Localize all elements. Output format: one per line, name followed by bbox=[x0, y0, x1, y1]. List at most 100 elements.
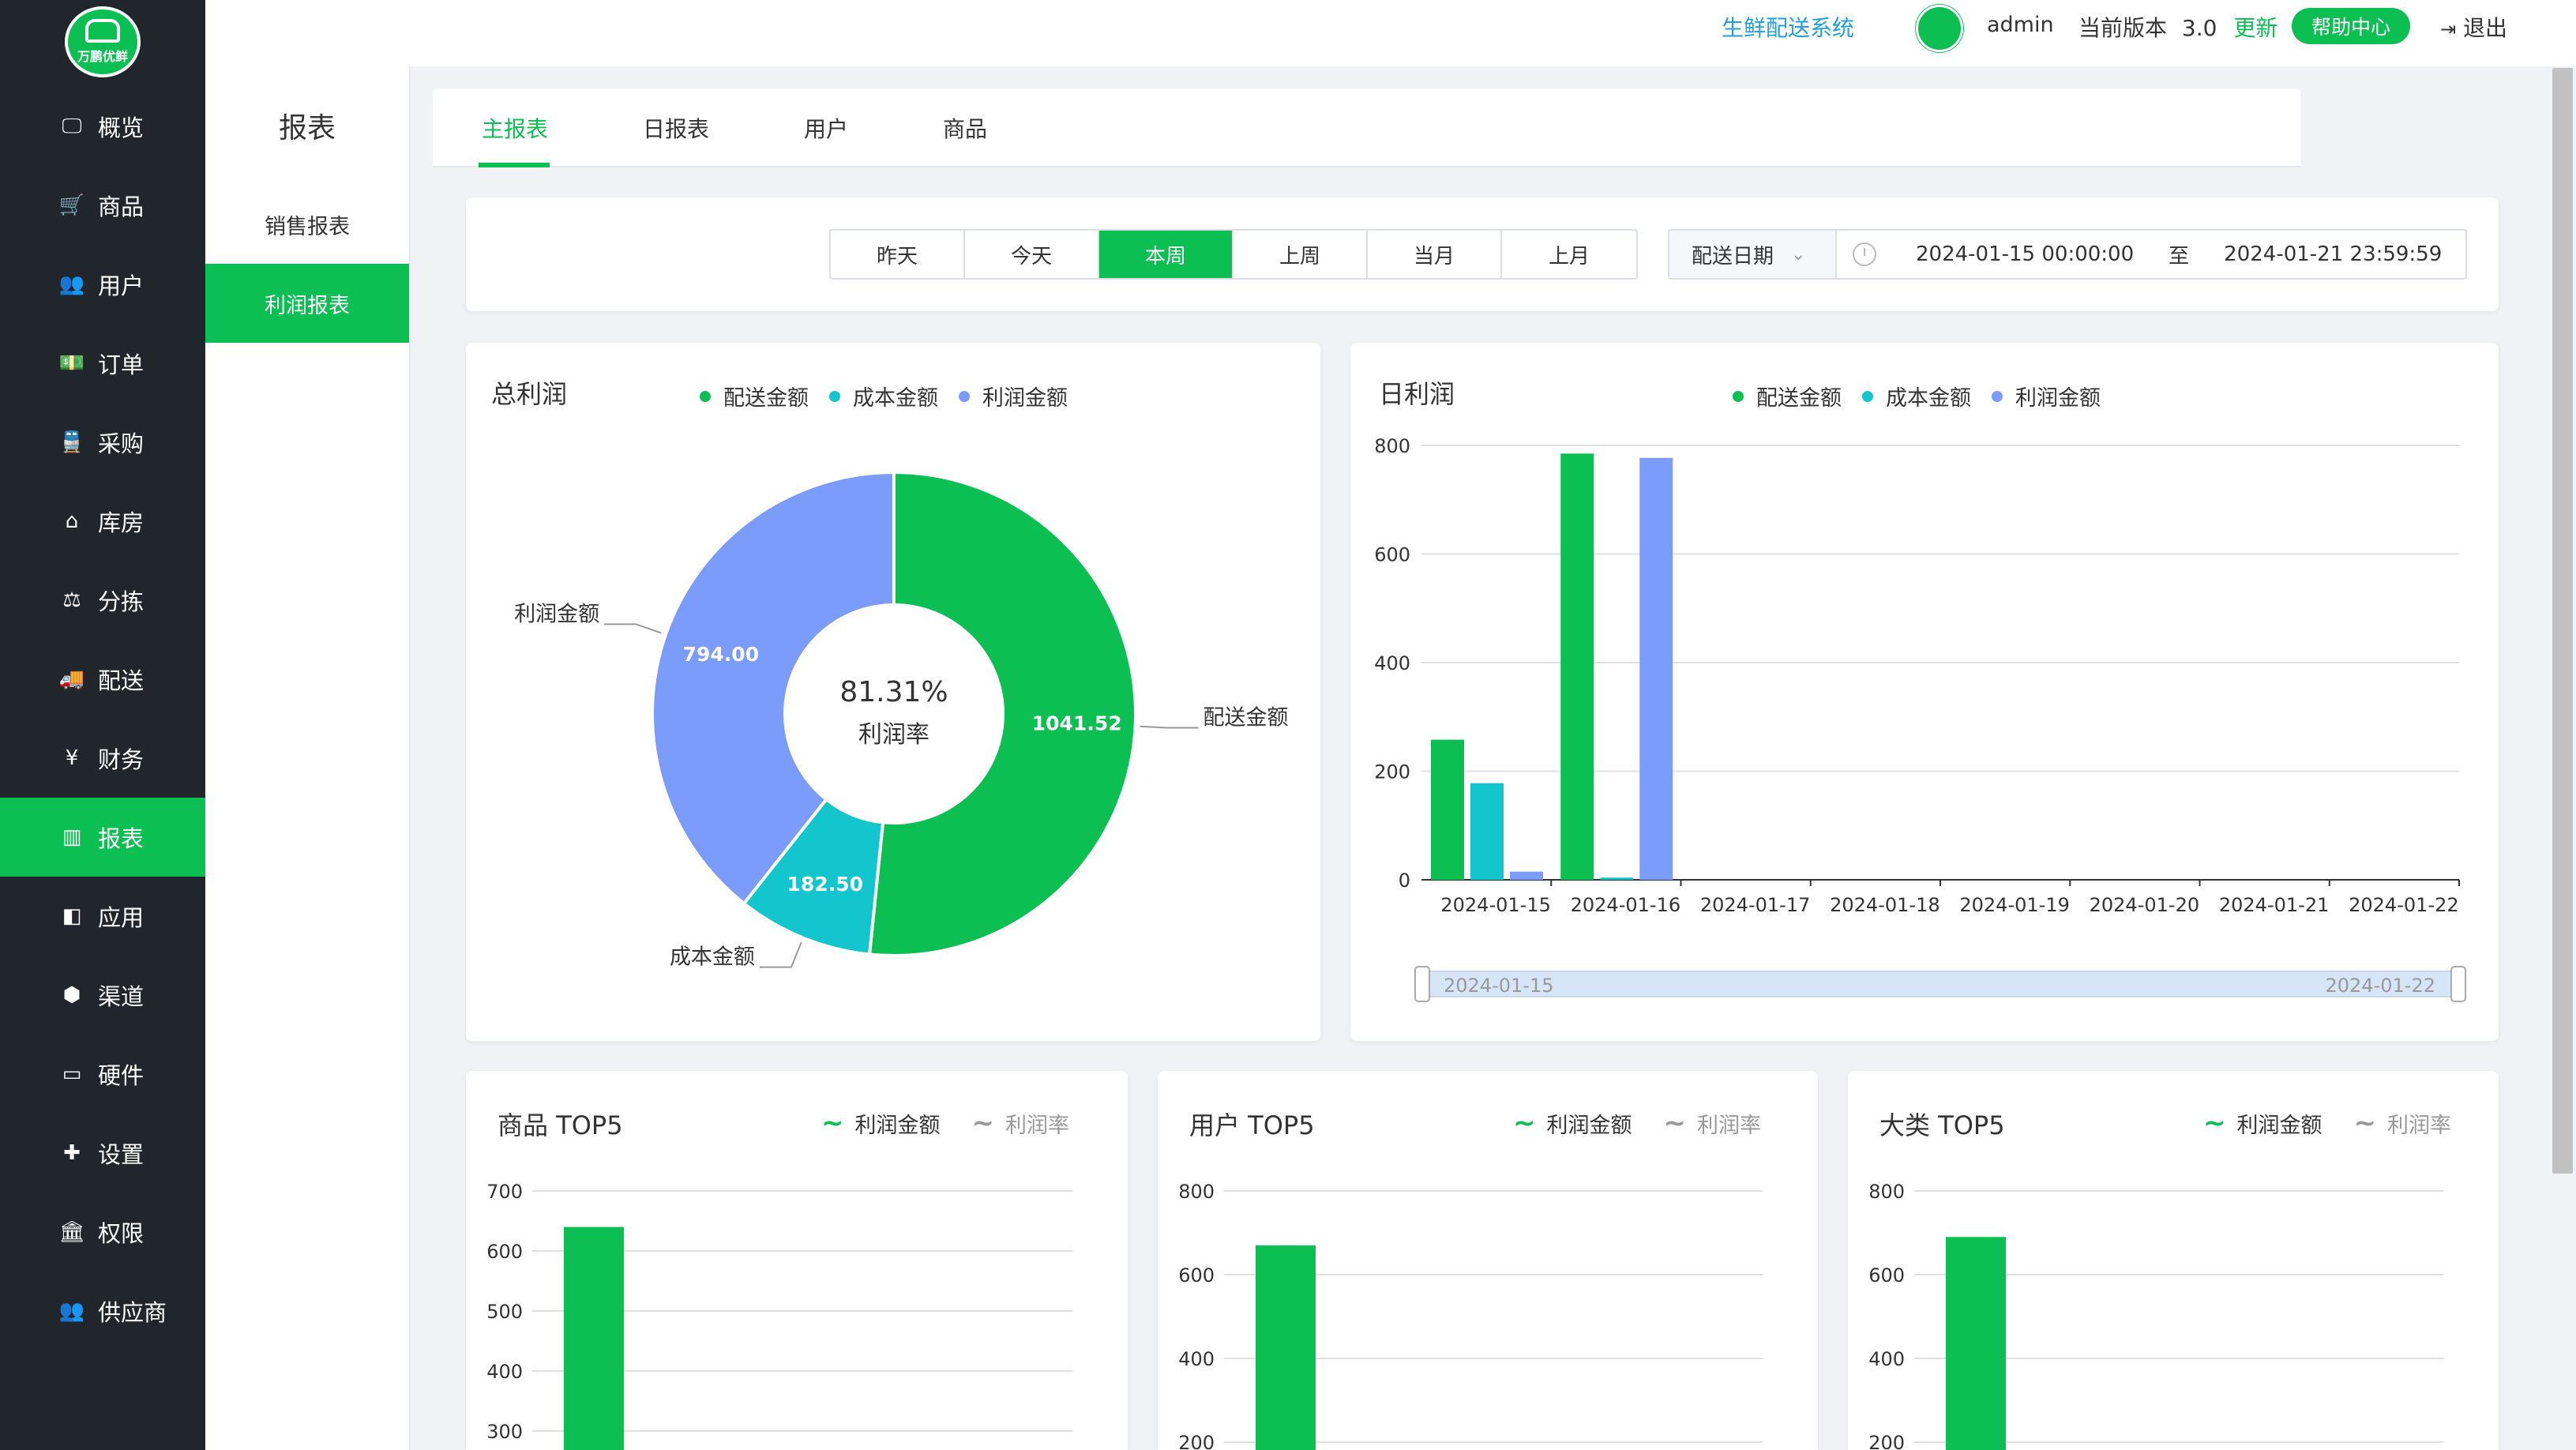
logo-text: 万鹏优鲜 bbox=[77, 49, 128, 64]
sidebar-item-7[interactable]: 🚚 配送 bbox=[0, 640, 205, 719]
avatar[interactable] bbox=[1916, 5, 1963, 52]
daily-bar[interactable] bbox=[1639, 457, 1673, 880]
daily-bar[interactable] bbox=[1510, 871, 1543, 880]
period-last-month-button[interactable]: 上月 bbox=[1502, 231, 1636, 278]
sidebar-item-4[interactable]: 🚆 采购 bbox=[0, 403, 205, 482]
y-tick-label: 600 bbox=[486, 1241, 523, 1263]
username[interactable]: admin bbox=[1987, 13, 2054, 37]
pie-slice-name: 配送金额 bbox=[1204, 706, 1289, 731]
users-icon: 👥 bbox=[58, 272, 85, 296]
logout-icon: ⇥ bbox=[2440, 18, 2457, 40]
logout-button[interactable]: ⇥ 退出 bbox=[2440, 11, 2507, 43]
zoom-start-handle[interactable] bbox=[1414, 966, 1430, 1002]
top5-bar[interactable] bbox=[564, 1226, 624, 1450]
zoom-end-handle[interactable] bbox=[2450, 966, 2466, 1002]
y-tick-label: 600 bbox=[1374, 544, 1410, 566]
y-tick-label: 400 bbox=[1868, 1348, 1905, 1370]
tab-products[interactable]: 商品 bbox=[943, 112, 987, 144]
sidebar-item-5[interactable]: ⌂ 库房 bbox=[0, 482, 205, 561]
tab-main-report[interactable]: 主报表 bbox=[482, 112, 548, 144]
profit-rate-label: 利润率 bbox=[858, 721, 929, 749]
subnav-item-sales-report[interactable]: 销售报表 bbox=[205, 185, 409, 264]
sidebar-item-label: 商品 bbox=[98, 193, 145, 220]
daily-bar[interactable] bbox=[1431, 739, 1464, 880]
zoom-start-label: 2024-01-15 bbox=[1444, 975, 1553, 997]
sidebar-item-2[interactable]: 👥 用户 bbox=[0, 245, 205, 324]
sidebar-item-label: 渠道 bbox=[98, 983, 145, 1010]
bank-icon: 🏛 bbox=[58, 1220, 85, 1244]
top5-bar[interactable] bbox=[1256, 1245, 1316, 1450]
daily-profit-card: 日利润 配送金额 成本金额 利润金额 0 200 400 600 800 2024-01-… bbox=[1350, 343, 2499, 1041]
pie-leader-line bbox=[1140, 725, 1199, 729]
period-yesterday-button[interactable]: 昨天 bbox=[831, 231, 965, 278]
period-today-button[interactable]: 今天 bbox=[965, 231, 1099, 278]
sidebar-item-10[interactable]: ◧ 应用 bbox=[0, 877, 205, 956]
product-top5-chart: 300 400 500 600 700 bbox=[486, 1181, 1072, 1450]
report-subnav: 报表 销售报表 利润报表 bbox=[205, 66, 411, 1450]
logo[interactable]: 万鹏优鲜 bbox=[65, 6, 141, 77]
train-icon: 🚆 bbox=[58, 430, 85, 454]
scale-icon: ⚖ bbox=[62, 588, 81, 612]
start-date-input[interactable]: 2024-01-15 00:00:00 bbox=[1916, 242, 2134, 266]
sidebar-item-1[interactable]: 🛒 商品 bbox=[0, 166, 205, 245]
period-this-week-button[interactable]: 本周 bbox=[1099, 231, 1234, 278]
date-type-value: 配送日期 bbox=[1692, 244, 1774, 269]
period-this-month-button[interactable]: 当月 bbox=[1368, 231, 1502, 278]
tab-users[interactable]: 用户 bbox=[804, 112, 848, 144]
logout-label: 退出 bbox=[2463, 15, 2508, 41]
sidebar-item-12[interactable]: ▭ 硬件 bbox=[0, 1035, 205, 1114]
bar-chart-icon: ▥ bbox=[62, 825, 82, 849]
tab-daily-report[interactable]: 日报表 bbox=[643, 112, 709, 144]
sidebar-item-9[interactable]: ▥ 报表 bbox=[0, 798, 205, 877]
subnav-item-profit-report[interactable]: 利润报表 bbox=[205, 264, 409, 343]
pie-slice-name: 成本金额 bbox=[670, 945, 755, 970]
top-bar: 生鲜配送系统 admin 当前版本 3.0 更新 帮助中心 ⇥ 退出 bbox=[205, 0, 2576, 66]
pie-leader-line bbox=[604, 623, 662, 634]
sidebar-item-15[interactable]: 👥 供应商 bbox=[0, 1272, 205, 1350]
y-tick-label: 300 bbox=[486, 1421, 523, 1443]
system-name-link[interactable]: 生鲜配送系统 bbox=[1722, 11, 1854, 43]
y-tick-label: 0 bbox=[1399, 870, 1410, 892]
main-nav: 🖵 概览 🛒 商品 👥 用户 💵 订单 🚆 采购 ⌂ 库房 ⚖ 分拣 🚚 配送 ¥ 财务 ▥ 报表 ◧ 应用 ⬢ 渠道 ▭ 硬件 ✚… bbox=[0, 87, 205, 1350]
top5-bar[interactable] bbox=[1946, 1237, 2006, 1450]
daily-bar[interactable] bbox=[1560, 453, 1594, 880]
sidebar-item-0[interactable]: 🖵 概览 bbox=[0, 87, 205, 166]
period-last-week-button[interactable]: 上周 bbox=[1234, 231, 1368, 278]
sidebar-item-6[interactable]: ⚖ 分拣 bbox=[0, 561, 205, 640]
sidebar-item-14[interactable]: 🏛 权限 bbox=[0, 1193, 205, 1272]
main-sidebar: 万鹏优鲜 🖵 概览 🛒 商品 👥 用户 💵 订单 🚆 采购 ⌂ 库房 ⚖ 分拣 🚚 配送 ¥ 财务 ▥ 报表 ◧ 应用 ⬢ 渠… bbox=[0, 0, 205, 1450]
end-date-input[interactable]: 2024-01-21 23:59:59 bbox=[2224, 242, 2442, 266]
update-link[interactable]: 更新 bbox=[2233, 15, 2277, 41]
version-number: 3.0 bbox=[2181, 15, 2217, 41]
daily-bar[interactable] bbox=[1470, 783, 1504, 880]
daily-bar-chart: 0 200 400 600 800 2024-01-15 2024-01-16 2024-01… bbox=[1374, 435, 2466, 1002]
date-type-select[interactable]: 配送日期 ⌄ bbox=[1669, 231, 1837, 278]
sidebar-item-11[interactable]: ⬢ 渠道 bbox=[0, 956, 205, 1035]
money-icon: 💵 bbox=[58, 351, 85, 375]
version-info: 当前版本 3.0 更新 bbox=[2078, 11, 2277, 43]
x-tick-label: 2024-01-20 bbox=[2090, 894, 2199, 916]
daily-bar[interactable] bbox=[1600, 877, 1634, 880]
version-label: 当前版本 bbox=[2078, 15, 2168, 41]
help-center-button[interactable]: 帮助中心 bbox=[2292, 8, 2410, 44]
y-tick-label: 600 bbox=[1178, 1264, 1215, 1287]
x-tick-label: 2024-01-15 bbox=[1440, 894, 1550, 916]
chevron-down-icon: ⌄ bbox=[1791, 244, 1806, 265]
data-zoom-slider[interactable] bbox=[1422, 971, 2458, 997]
x-tick-label: 2024-01-19 bbox=[1959, 894, 2069, 916]
sidebar-item-label: 报表 bbox=[98, 825, 145, 852]
clock-icon bbox=[1853, 242, 1876, 266]
sidebar-item-label: 权限 bbox=[98, 1220, 145, 1247]
cube-icon: ⬢ bbox=[62, 983, 81, 1007]
sidebar-item-13[interactable]: ✚ 设置 bbox=[0, 1114, 205, 1193]
sidebar-item-8[interactable]: ¥ 财务 bbox=[0, 719, 205, 798]
report-tabs: 主报表 日报表 用户 商品 bbox=[433, 88, 2301, 167]
sidebar-item-3[interactable]: 💵 订单 bbox=[0, 324, 205, 403]
page-scrollbar[interactable] bbox=[2552, 68, 2573, 1174]
y-tick-label: 200 bbox=[1868, 1432, 1905, 1450]
sidebar-item-label: 分拣 bbox=[98, 588, 145, 615]
date-range-picker: 配送日期 ⌄ 2024-01-15 00:00:00 至 2024-01-21 … bbox=[1668, 229, 2467, 280]
group-icon: 👥 bbox=[58, 1299, 85, 1323]
y-tick-label: 200 bbox=[1178, 1432, 1215, 1450]
pie-value-label: 1041.52 bbox=[1032, 712, 1122, 735]
